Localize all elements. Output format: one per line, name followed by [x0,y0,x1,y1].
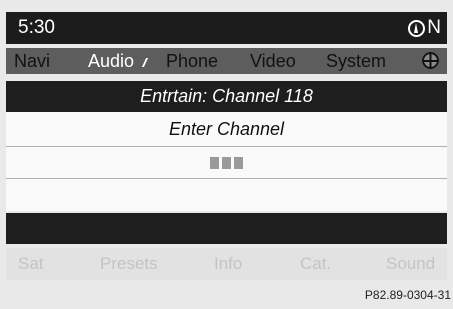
entry-placeholder-cells [210,156,243,169]
submenu-item-sound[interactable]: Sound [386,254,435,274]
menu-item-system[interactable]: System [326,51,386,72]
compass-icon [408,19,426,37]
dark-separator-bar [6,213,447,244]
entry-placeholder-cell [210,156,219,169]
menu-item-phone[interactable]: Phone [166,51,218,72]
compass-indicator: N [408,17,441,39]
submenu-item-info[interactable]: Info [214,254,242,274]
menu-item-video[interactable]: Video [250,51,296,72]
channel-entry-field[interactable] [6,147,447,178]
menu-item-audio[interactable]: Audio [88,51,149,72]
sub-menu: Sat Presets Info Cat. Sound [6,248,447,280]
enter-channel-prompt[interactable]: Enter Channel [6,112,447,146]
submenu-item-cat[interactable]: Cat. [300,254,331,274]
empty-row [6,179,447,211]
submenu-item-presets[interactable]: Presets [100,254,158,274]
status-bar: 5:30 N [6,12,447,44]
menu-item-navi[interactable]: Navi [14,51,50,72]
clock-time: 5:30 [18,17,55,38]
compass-heading: N [427,17,441,38]
submenu-item-sat[interactable]: Sat [18,254,44,274]
entry-placeholder-cell [222,156,231,169]
entry-placeholder-cell [234,156,243,169]
main-menu: Navi Audio Phone Video System [6,48,447,74]
figure-reference: P82.89-0304-31 [364,288,451,302]
globe-icon[interactable] [422,52,439,69]
screen-title: Entrtain: Channel 118 [6,81,447,112]
menu-item-audio-label: Audio [88,51,135,71]
active-marker-icon [135,58,149,67]
